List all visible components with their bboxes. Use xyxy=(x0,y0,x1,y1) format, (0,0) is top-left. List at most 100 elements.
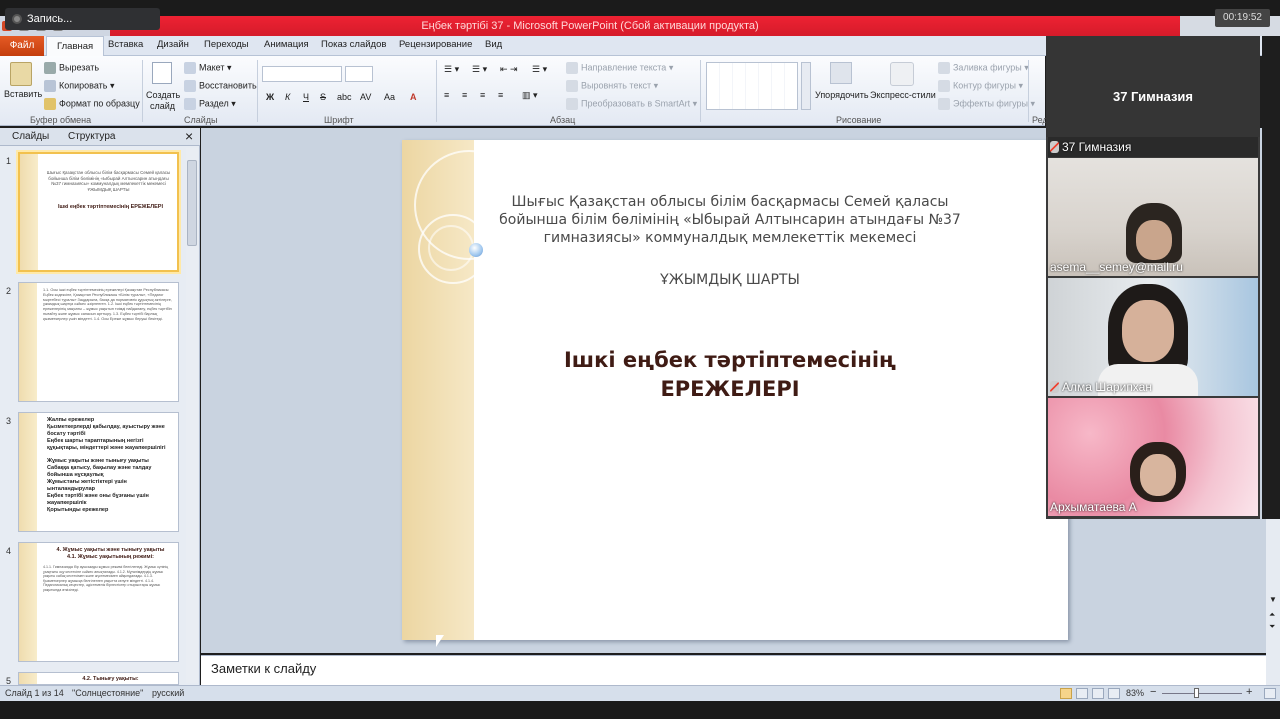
quick-styles-icon[interactable] xyxy=(890,62,914,86)
zoom-slider-track[interactable] xyxy=(1162,693,1242,694)
scroll-down-icon[interactable]: ▼ xyxy=(1269,595,1277,604)
new-slide-button-line1[interactable]: Создать xyxy=(146,90,180,100)
arrange-icon[interactable] xyxy=(830,62,852,84)
align-text-button: Выровнять текст ▾ xyxy=(566,80,658,92)
thumb-decor-stripe xyxy=(19,543,37,661)
line-spacing-icon[interactable]: ☰ ▾ xyxy=(532,64,547,75)
participant-video[interactable] xyxy=(1048,158,1258,276)
zoom-level[interactable]: 83% xyxy=(1126,688,1144,698)
copy-button[interactable]: Копировать ▾ xyxy=(44,80,115,92)
pen-icon xyxy=(938,80,950,92)
thumb-number: 1 xyxy=(6,156,12,166)
indent-icon[interactable]: ⇤ ⇥ xyxy=(500,64,518,75)
slide-header-text[interactable]: Шығыс Қазақстан облысы білім басқармасы … xyxy=(480,193,980,247)
ribbon-divider xyxy=(436,60,437,122)
quick-styles-button[interactable]: Экспресс-стили xyxy=(870,90,936,100)
active-speaker-tile[interactable]: 37 Гимназия xyxy=(1046,36,1260,137)
tab-design[interactable]: Дизайн xyxy=(157,39,189,50)
font-name-field[interactable] xyxy=(262,66,342,82)
italic-button[interactable]: К xyxy=(285,92,290,102)
recording-indicator[interactable]: Запись... xyxy=(5,8,160,30)
paste-button[interactable]: Вставить xyxy=(4,89,42,99)
shapes-gallery[interactable] xyxy=(706,62,798,110)
slides-panel: Слайды Структура × 1 Шығыс Қазақстан обл… xyxy=(0,128,200,686)
numbering-icon[interactable]: ☰ ▾ xyxy=(472,64,487,75)
slide-sorter-icon[interactable] xyxy=(1076,688,1088,699)
zoom-slider-thumb[interactable] xyxy=(1194,688,1199,698)
section-button[interactable]: Раздел ▾ xyxy=(184,98,236,110)
font-color-button[interactable]: A xyxy=(410,92,417,102)
person-face xyxy=(1136,220,1172,260)
text-direction-button: Направление текста ▾ xyxy=(566,62,673,74)
zoom-in-button[interactable]: + xyxy=(1246,686,1252,698)
paste-icon[interactable] xyxy=(10,62,32,86)
slideshow-icon[interactable] xyxy=(1108,688,1120,699)
cut-button[interactable]: Вырезать xyxy=(44,62,99,74)
group-label-font: Шрифт xyxy=(324,115,354,125)
shape-outline-button[interactable]: Контур фигуры ▾ xyxy=(938,80,1023,92)
tab-review[interactable]: Рецензирование xyxy=(399,39,472,50)
slide-thumb-5[interactable]: 4.2. Тынығу уақыты: xyxy=(18,672,179,685)
participant-video[interactable] xyxy=(1048,398,1258,516)
notes-pane[interactable]: Заметки к слайду xyxy=(201,655,1266,685)
tab-view[interactable]: Вид xyxy=(485,39,502,50)
shapes-gallery-more[interactable] xyxy=(801,62,811,110)
screen-bottom-bar xyxy=(0,701,1280,719)
next-slide-icon[interactable]: ⏷ xyxy=(1269,622,1275,632)
normal-view-icon[interactable] xyxy=(1060,688,1072,699)
theme-name[interactable]: "Солнцестояние" xyxy=(72,688,143,698)
reading-view-icon[interactable] xyxy=(1092,688,1104,699)
reset-icon xyxy=(184,80,196,92)
slide-decor-circle xyxy=(428,225,474,271)
align-left-icon[interactable]: ≡ xyxy=(444,90,449,100)
bullets-icon[interactable]: ☰ ▾ xyxy=(444,64,459,75)
align-text-icon xyxy=(566,80,578,92)
justify-icon[interactable]: ≡ xyxy=(498,90,503,100)
slide-title[interactable]: Ішкі еңбек тәртіптемесінің ЕРЕЖЕЛЕРІ xyxy=(480,346,980,404)
format-painter-button[interactable]: Формат по образцу xyxy=(44,98,140,110)
tab-transitions[interactable]: Переходы xyxy=(204,39,249,50)
fit-to-window-icon[interactable] xyxy=(1264,688,1276,699)
tab-file[interactable]: Файл xyxy=(0,36,44,56)
zoom-out-button[interactable]: − xyxy=(1150,686,1156,698)
language-indicator[interactable]: русский xyxy=(152,688,184,698)
tab-home[interactable]: Главная xyxy=(46,36,105,56)
change-case-button[interactable]: Aa xyxy=(384,92,395,102)
thumb-decor-stripe xyxy=(19,413,37,531)
slide-thumb-4[interactable]: 4. Жұмыс уақыты және тынығу уақыты 4.1. … xyxy=(18,542,179,662)
reset-button[interactable]: Восстановить xyxy=(184,80,257,92)
shadow-button[interactable]: abc xyxy=(337,92,352,102)
close-panel-icon[interactable]: × xyxy=(185,128,193,144)
slide-thumb-1[interactable]: Шығыс Қазақстан облысы білім басқармасы … xyxy=(18,152,179,272)
strikethrough-button[interactable]: S xyxy=(320,92,326,102)
new-slide-button-line2[interactable]: слайд xyxy=(150,101,175,111)
font-size-field[interactable] xyxy=(345,66,373,82)
thumb-list-item: Жұмыстағы жетістіктері үшін ынталандырул… xyxy=(47,479,127,492)
slide-thumb-2[interactable]: 1.1. Осы ішкі еңбек тәртіптемесінің ереж… xyxy=(18,282,179,402)
tab-outline[interactable]: Структура xyxy=(68,131,115,142)
tab-slides[interactable]: Слайды xyxy=(12,131,49,142)
slide-thumb-3[interactable]: Жалпы ережелер Қызметкерлерді қабылдау, … xyxy=(18,412,179,532)
align-right-icon[interactable]: ≡ xyxy=(480,90,485,100)
columns-icon[interactable]: ▥ ▾ xyxy=(522,90,538,101)
tab-slideshow[interactable]: Показ слайдов xyxy=(321,39,386,50)
prev-slide-icon[interactable]: ⏶ xyxy=(1269,610,1275,620)
thumbs-scrollbar-thumb[interactable] xyxy=(187,160,197,246)
arrange-button[interactable]: Упорядочить xyxy=(815,90,869,100)
slide-subtitle[interactable]: ҰЖЫМДЫҚ ШАРТЫ xyxy=(480,272,980,288)
participant-video[interactable] xyxy=(1048,278,1258,396)
paintbrush-icon xyxy=(44,98,56,110)
screen-top-bar xyxy=(0,0,1280,16)
smartart-button: Преобразовать в SmartArt ▾ xyxy=(566,98,697,110)
tab-insert[interactable]: Вставка xyxy=(108,39,143,50)
char-spacing-button[interactable]: AV xyxy=(360,92,371,102)
align-center-icon[interactable]: ≡ xyxy=(462,90,467,100)
layout-button[interactable]: Макет ▾ xyxy=(184,62,232,74)
tab-animation[interactable]: Анимация xyxy=(264,39,309,50)
shape-fill-button[interactable]: Заливка фигуры ▾ xyxy=(938,62,1029,74)
recording-timer: 00:19:52 xyxy=(1215,9,1270,27)
shape-effects-button[interactable]: Эффекты фигуры ▾ xyxy=(938,98,1035,110)
underline-button[interactable]: Ч xyxy=(303,92,309,102)
bold-button[interactable]: Ж xyxy=(266,92,274,102)
new-slide-icon[interactable] xyxy=(152,62,172,84)
